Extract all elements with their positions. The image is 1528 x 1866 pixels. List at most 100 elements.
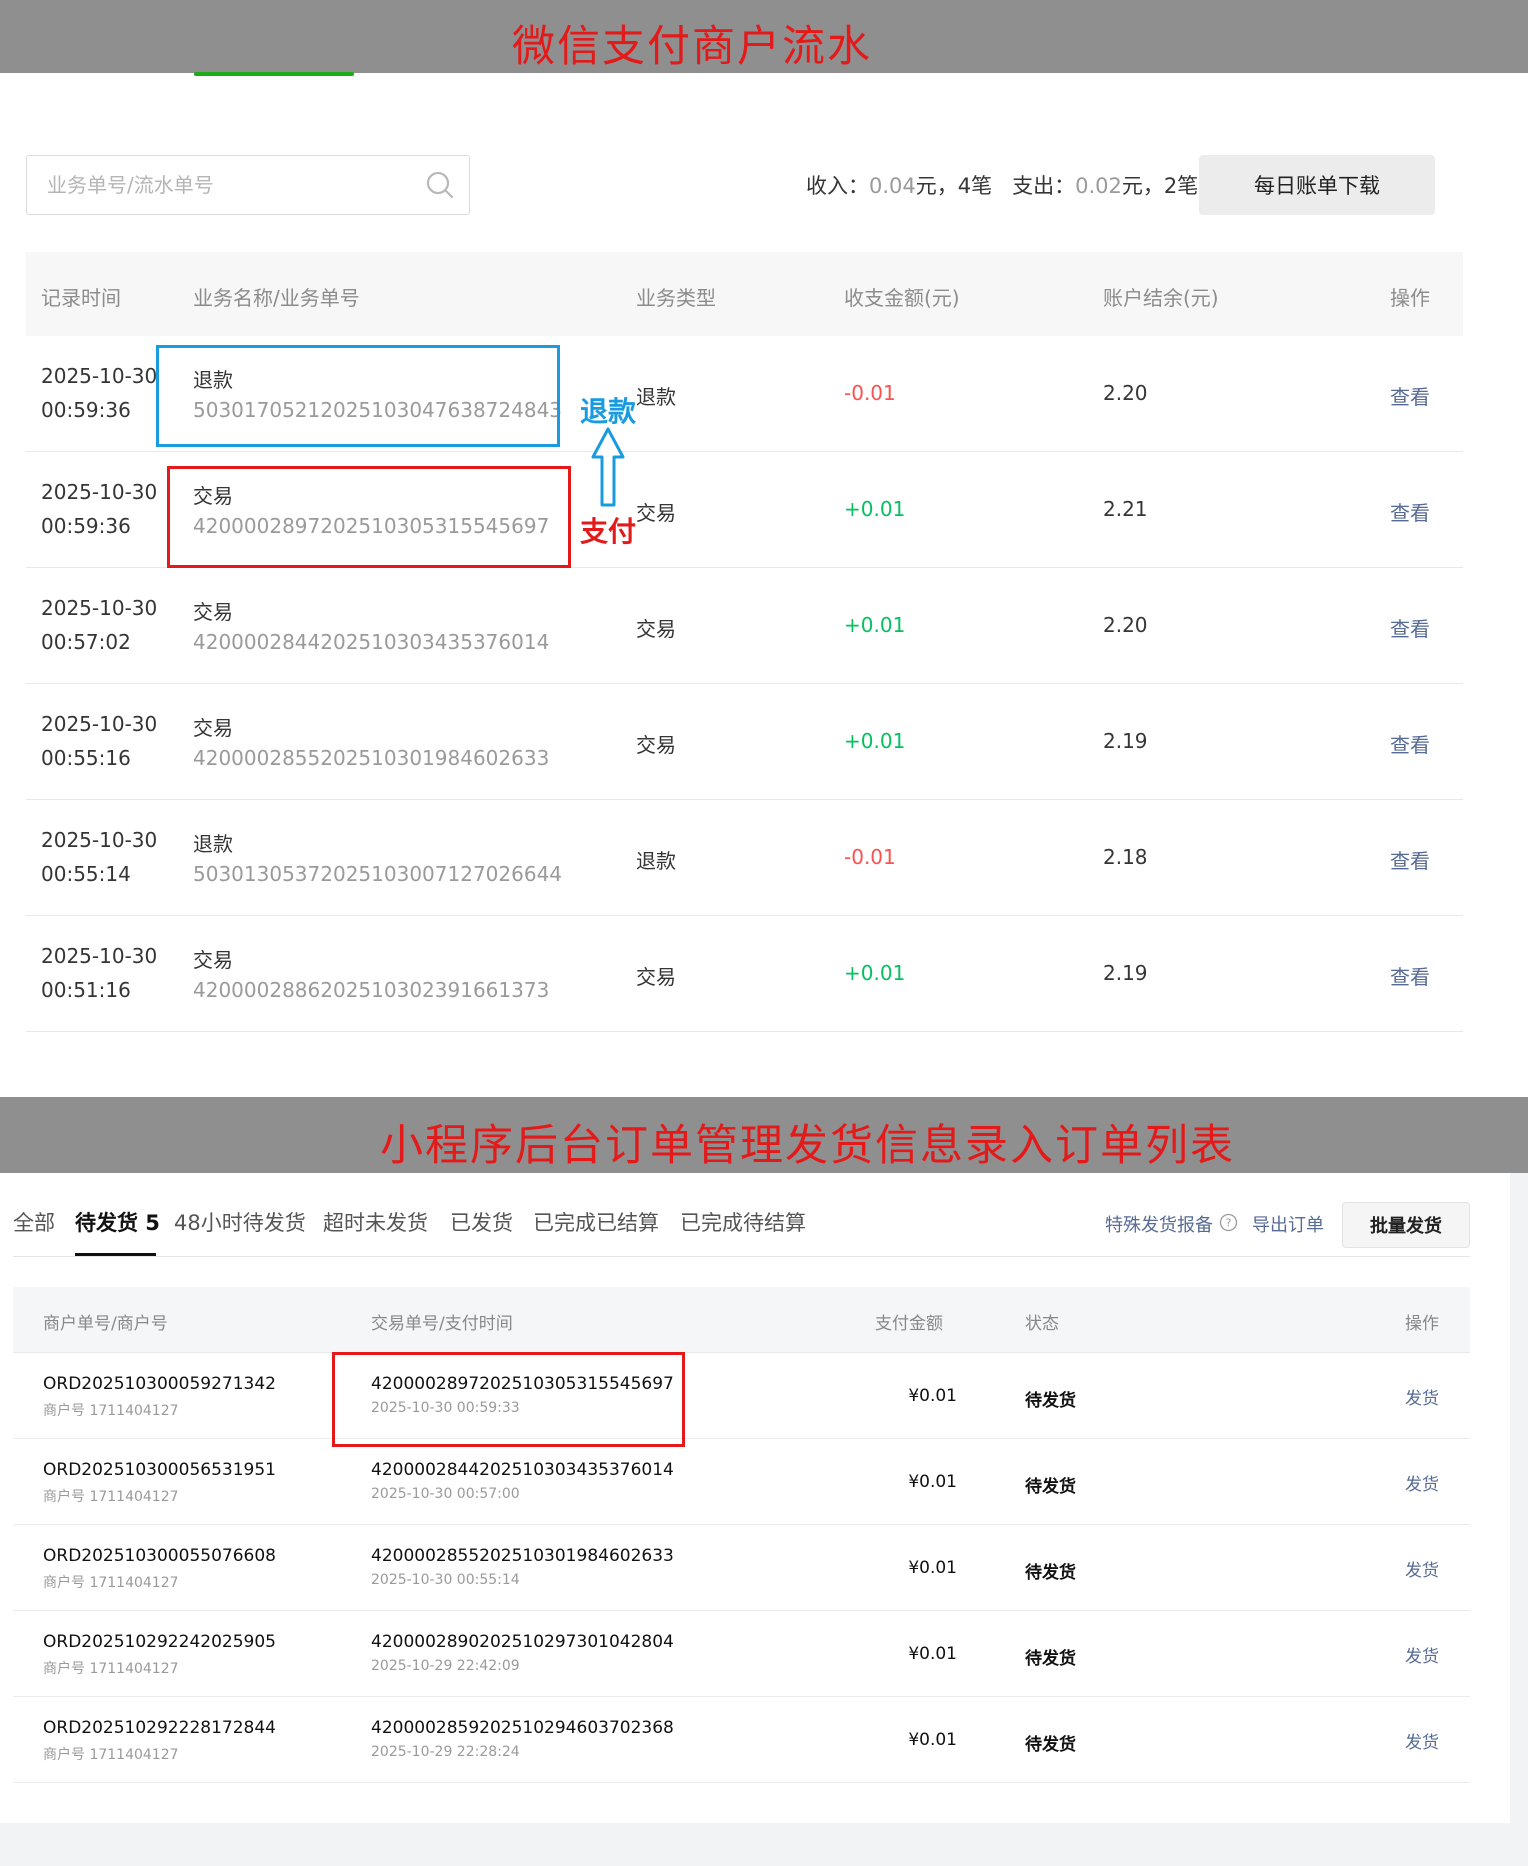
- export-orders-link[interactable]: 导出订单: [1252, 1211, 1324, 1237]
- balance: 2.21: [1103, 497, 1148, 521]
- balance: 2.20: [1103, 613, 1148, 637]
- order-status: 待发货: [1025, 1477, 1076, 1497]
- tab-shipped[interactable]: 已发货: [450, 1207, 513, 1237]
- svg-text:?: ?: [1226, 1217, 1232, 1230]
- view-link[interactable]: 查看: [1390, 729, 1430, 758]
- order-panel: 全部 待发货 5 48小时待发货 超时未发货 已发货 已完成已结算 已完成待结算…: [0, 1173, 1528, 1866]
- payment-highlight-box: [167, 466, 571, 568]
- col-record-time: 记录时间: [41, 286, 121, 310]
- payment-time: 2025-10-30 00:55:14: [371, 1572, 520, 1588]
- business-type: 交易: [636, 733, 676, 757]
- business-number: 4200002886202510302391661373: [193, 978, 550, 1002]
- transaction-no: 4200002855202510301984602633: [371, 1546, 674, 1566]
- business-number: 50301305372025103007127026644: [193, 862, 563, 886]
- business-type: 交易: [636, 501, 676, 525]
- view-link[interactable]: 查看: [1390, 613, 1430, 642]
- record-date: 2025-10-30: [41, 480, 158, 504]
- expense-amount: 0.02: [1075, 174, 1122, 198]
- table-row: ORD202510300056531951 商户号 1711404127 420…: [13, 1439, 1470, 1525]
- amount: +0.01: [844, 497, 906, 521]
- col-transaction: 交易单号/支付时间: [371, 1314, 513, 1334]
- merchant-order-no: ORD202510300056531951: [43, 1460, 276, 1480]
- tab-pending-shipment[interactable]: 待发货 5: [75, 1207, 160, 1237]
- table-row: ORD202510292242025905 商户号 1711404127 420…: [13, 1611, 1470, 1697]
- tab-completed-unsettled[interactable]: 已完成待结算: [680, 1207, 806, 1237]
- record-date: 2025-10-30: [41, 596, 158, 620]
- ship-link[interactable]: 发货: [1405, 1470, 1439, 1495]
- search-box[interactable]: [26, 155, 470, 215]
- bottom-banner: 小程序后台订单管理发货信息录入订单列表: [0, 1097, 1528, 1173]
- transaction-no: 4200002859202510294603702368: [371, 1718, 674, 1738]
- order-status: 待发货: [1025, 1391, 1076, 1411]
- col-payment-amount: 支付金额: [875, 1314, 943, 1334]
- view-link[interactable]: 查看: [1390, 497, 1430, 526]
- income-amount: 0.04: [869, 174, 916, 198]
- refund-highlight-box: [156, 345, 560, 447]
- amount: +0.01: [844, 613, 906, 637]
- view-link[interactable]: 查看: [1390, 845, 1430, 874]
- help-icon[interactable]: ?: [1219, 1213, 1238, 1232]
- bottom-banner-title: 小程序后台订单管理发货信息录入订单列表: [380, 1121, 1235, 1171]
- special-report-link[interactable]: 特殊发货报备: [1105, 1211, 1213, 1237]
- tab-overdue[interactable]: 超时未发货: [323, 1207, 428, 1237]
- search-icon[interactable]: [425, 170, 455, 200]
- payment-amount: ¥0.01: [908, 1558, 957, 1578]
- payment-amount: ¥0.01: [908, 1386, 957, 1406]
- top-banner-title: 微信支付商户流水: [512, 22, 872, 72]
- balance: 2.19: [1103, 729, 1148, 753]
- balance: 2.18: [1103, 845, 1148, 869]
- ship-link[interactable]: 发货: [1405, 1728, 1439, 1753]
- col-amount: 收支金额(元): [844, 286, 960, 310]
- payment-annotation-label: 支付: [580, 515, 637, 548]
- batch-ship-button[interactable]: 批量发货: [1342, 1202, 1470, 1248]
- top-banner: 微信支付商户流水: [0, 0, 1528, 73]
- business-name: 交易: [193, 600, 233, 624]
- screenshot-page: 微信支付商户流水 收入：0.04元，4笔支出：0.02元，2笔 每日账单下载 记…: [0, 0, 1528, 1866]
- tab-completed-settled[interactable]: 已完成已结算: [533, 1207, 659, 1237]
- table-row: 2025-10-30 00:55:16 交易 42000028552025103…: [26, 684, 1463, 800]
- payment-time: 2025-10-29 22:42:09: [371, 1658, 520, 1674]
- order-card: 全部 待发货 5 48小时待发货 超时未发货 已发货 已完成已结算 已完成待结算…: [0, 1173, 1510, 1823]
- amount: -0.01: [844, 845, 896, 869]
- ship-link[interactable]: 发货: [1405, 1556, 1439, 1581]
- merchant-order-no: ORD202510300059271342: [43, 1374, 276, 1394]
- business-type: 退款: [636, 385, 676, 409]
- daily-bill-download-button[interactable]: 每日账单下载: [1199, 155, 1435, 215]
- order-status: 待发货: [1025, 1563, 1076, 1583]
- table-row: ORD202510300055076608 商户号 1711404127 420…: [13, 1525, 1470, 1611]
- balance: 2.20: [1103, 381, 1148, 405]
- merchant-id: 商户号 1711404127: [43, 1403, 179, 1419]
- record-time: 00:51:16: [41, 978, 131, 1002]
- tab-48h-pending[interactable]: 48小时待发货: [174, 1207, 306, 1237]
- payment-time: 2025-10-29 22:28:24: [371, 1744, 520, 1760]
- tab-all[interactable]: 全部: [13, 1207, 55, 1237]
- income-expense-summary: 收入：0.04元，4笔 支出：0.02元，2笔: [806, 170, 1198, 200]
- table-row: 2025-10-30 00:51:16 交易 42000028862025103…: [26, 916, 1463, 1032]
- business-name: 退款: [193, 832, 233, 856]
- view-link[interactable]: 查看: [1390, 381, 1430, 410]
- merchant-order-no: ORD202510292242025905: [43, 1632, 276, 1652]
- merchant-id: 商户号 1711404127: [43, 1747, 179, 1763]
- payment-amount: ¥0.01: [908, 1730, 957, 1750]
- order-status: 待发货: [1025, 1735, 1076, 1755]
- record-date: 2025-10-30: [41, 828, 158, 852]
- order-status: 待发货: [1025, 1649, 1076, 1669]
- record-date: 2025-10-30: [41, 944, 158, 968]
- tabs-divider: [13, 1256, 1470, 1257]
- view-link[interactable]: 查看: [1390, 961, 1430, 990]
- merchant-id: 商户号 1711404127: [43, 1575, 179, 1591]
- balance: 2.19: [1103, 961, 1148, 985]
- record-time: 00:55:14: [41, 862, 131, 886]
- refund-annotation-label: 退款: [580, 395, 637, 428]
- ship-link[interactable]: 发货: [1405, 1384, 1439, 1409]
- income-label: 收入：: [806, 174, 869, 198]
- business-name: 交易: [193, 716, 233, 740]
- payment-time: 2025-10-30 00:57:00: [371, 1486, 520, 1502]
- amount: +0.01: [844, 729, 906, 753]
- payment-amount: ¥0.01: [908, 1472, 957, 1492]
- table-row: ORD202510300059271342 商户号 1711404127 420…: [13, 1353, 1470, 1439]
- col-business-name: 业务名称/业务单号: [193, 286, 360, 310]
- col-status: 状态: [1025, 1314, 1059, 1334]
- search-input[interactable]: [47, 156, 427, 214]
- ship-link[interactable]: 发货: [1405, 1642, 1439, 1667]
